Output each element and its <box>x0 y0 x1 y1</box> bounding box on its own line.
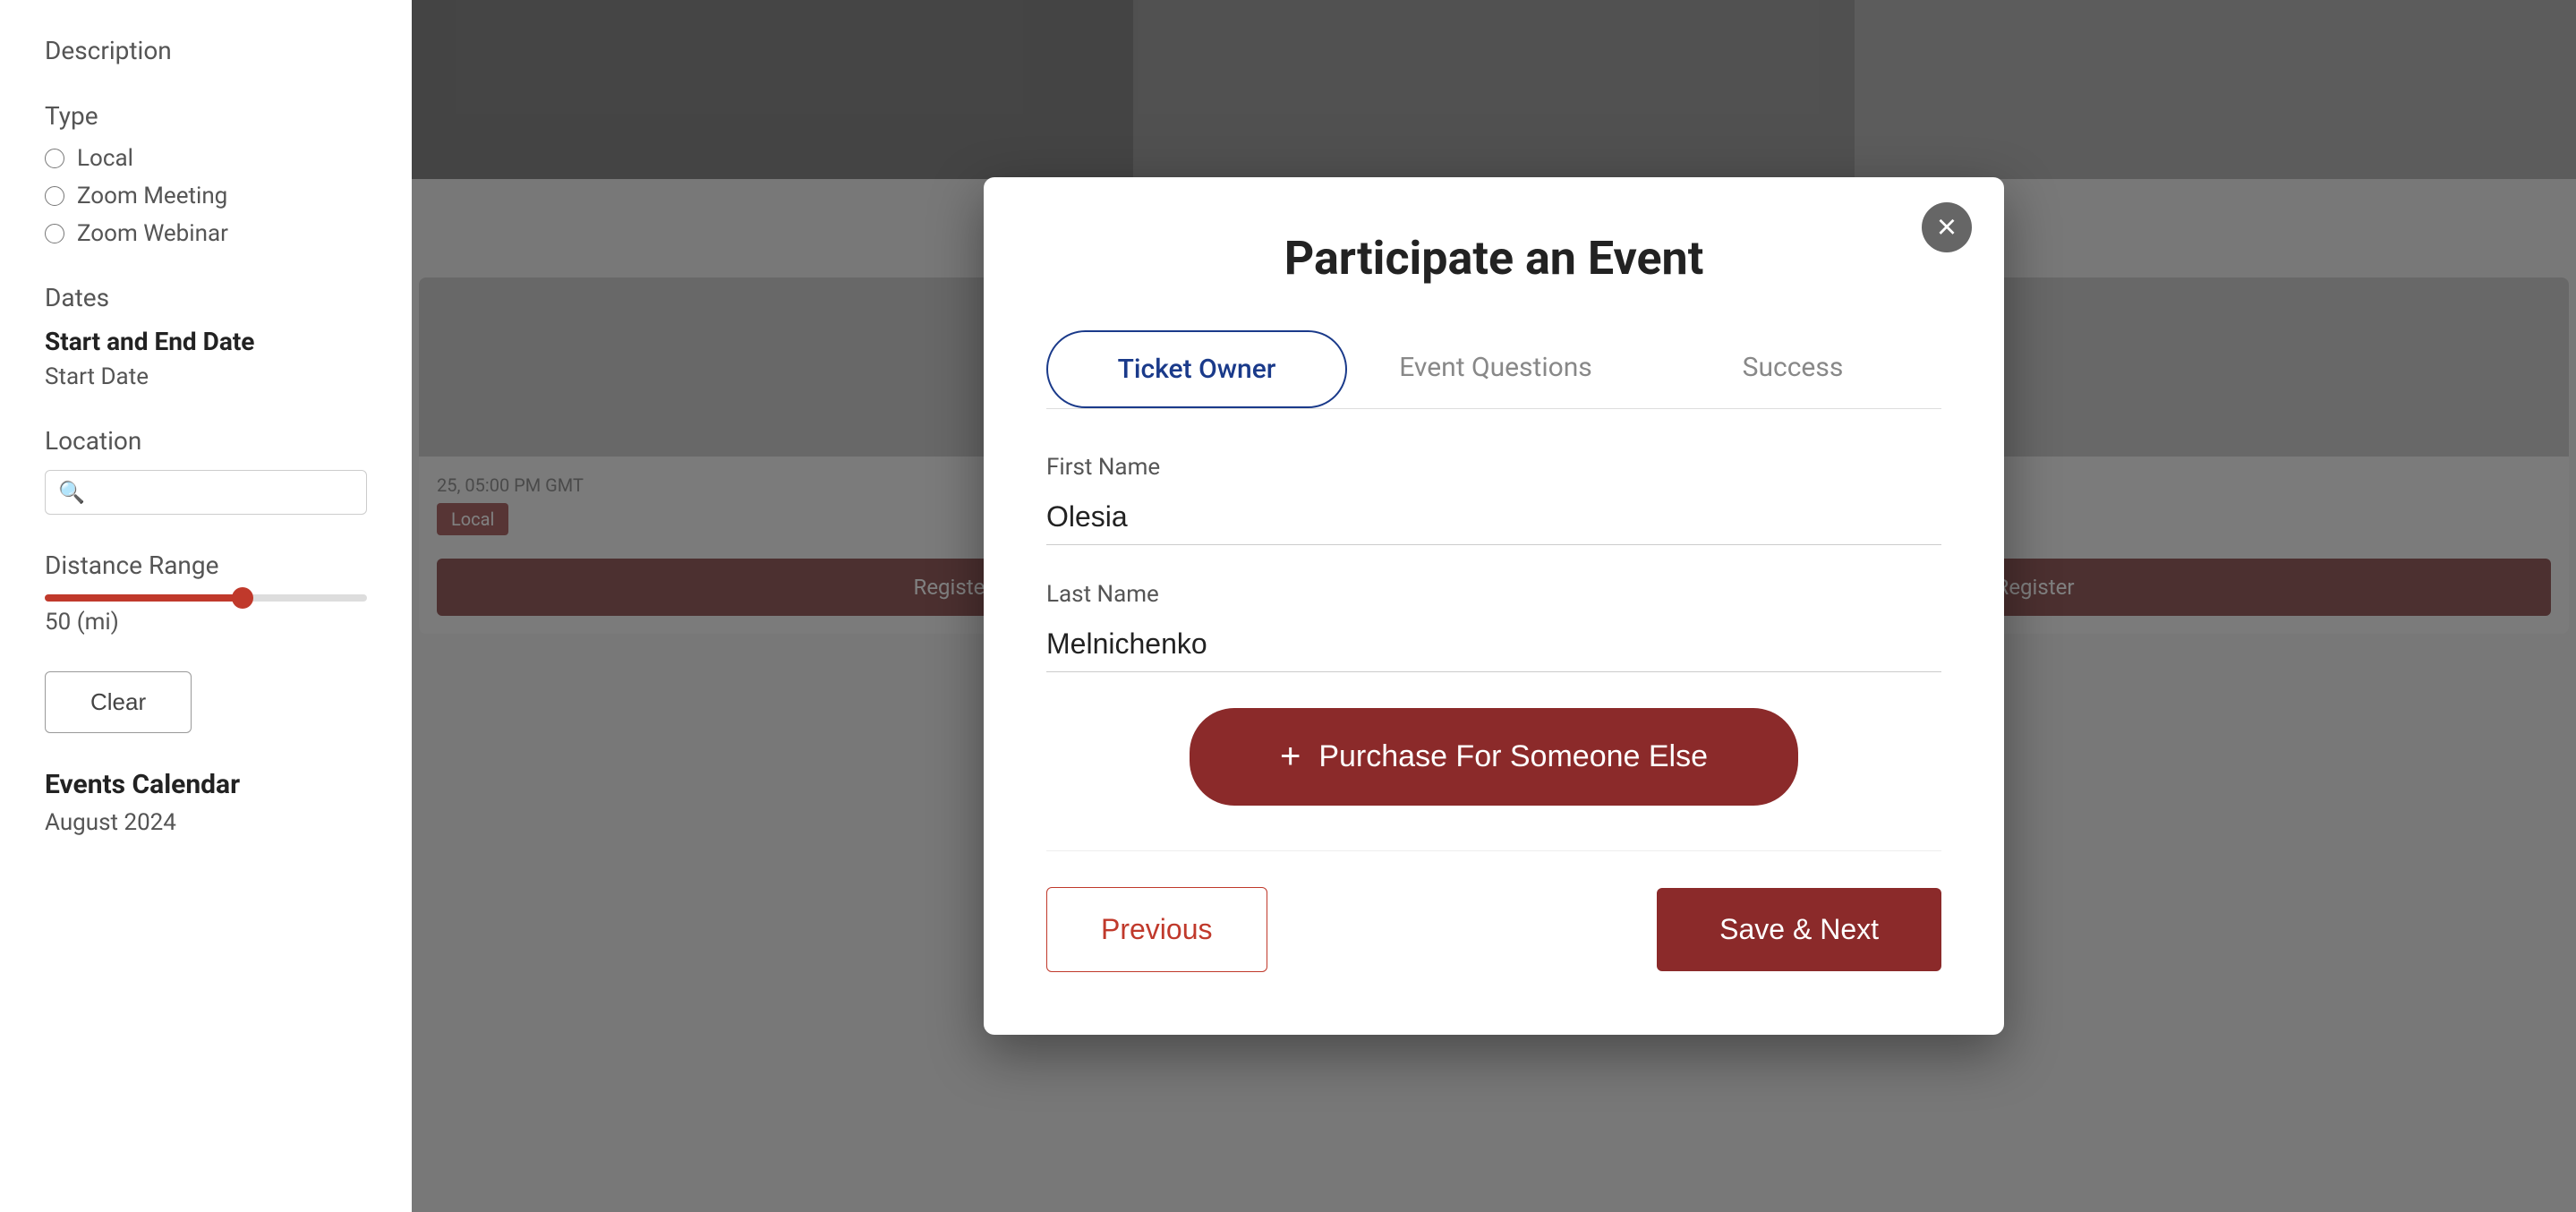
sidebar: Description Type Local Zoom Meeting Zoom… <box>0 0 412 1212</box>
step-tabs: Ticket Owner Event Questions Success <box>1046 330 1941 409</box>
modal: × Participate an Event Ticket Owner Even… <box>984 177 2004 1035</box>
type-local-label: Local <box>77 145 133 172</box>
purchase-btn-label: Purchase For Someone Else <box>1318 739 1708 774</box>
distance-value: 50 (mi) <box>45 609 367 636</box>
last-name-group: Last Name <box>1046 581 1941 672</box>
sidebar-type-section: Type Local Zoom Meeting Zoom Webinar <box>45 101 367 247</box>
save-next-button[interactable]: Save & Next <box>1657 888 1941 971</box>
modal-overlay: × Participate an Event Ticket Owner Even… <box>412 0 2576 1212</box>
modal-close-button[interactable]: × <box>1922 202 1972 252</box>
type-zoom-meeting-label: Zoom Meeting <box>77 183 227 209</box>
purchase-btn-container: + Purchase For Someone Else <box>1046 708 1941 806</box>
background-page: Description Type Local Zoom Meeting Zoom… <box>0 0 2576 1212</box>
sidebar-description-section: Description <box>45 36 367 65</box>
purchase-for-someone-else-button[interactable]: + Purchase For Someone Else <box>1190 708 1798 806</box>
events-calendar-label: Events Calendar <box>45 769 367 800</box>
type-zoom-webinar-radio[interactable] <box>45 224 64 243</box>
location-label: Location <box>45 426 367 456</box>
type-label: Type <box>45 101 367 131</box>
modal-footer: Previous Save & Next <box>1046 850 1941 972</box>
type-zoom-webinar-label: Zoom Webinar <box>77 220 228 247</box>
last-name-input[interactable] <box>1046 617 1941 672</box>
search-icon: 🔍 <box>58 480 85 505</box>
type-local-option[interactable]: Local <box>45 145 367 172</box>
tab-event-questions[interactable]: Event Questions <box>1347 330 1644 408</box>
month-label: August 2024 <box>45 809 367 836</box>
tab-ticket-owner[interactable]: Ticket Owner <box>1046 330 1347 408</box>
sidebar-dates-section: Dates Start and End Date Start Date <box>45 283 367 390</box>
modal-title: Participate an Event <box>1046 231 1941 286</box>
tab-success[interactable]: Success <box>1644 330 1941 408</box>
sidebar-location-section: Location 🔍 <box>45 426 367 515</box>
sidebar-clear-section: Clear <box>45 671 367 733</box>
type-zoom-meeting-option[interactable]: Zoom Meeting <box>45 183 367 209</box>
previous-button[interactable]: Previous <box>1046 887 1267 972</box>
first-name-group: First Name <box>1046 454 1941 545</box>
main-content: 25, 05:00 PM GMT Local Register 25, 05:0… <box>412 0 2576 1212</box>
distance-label: Distance Range <box>45 551 367 580</box>
start-end-date-label: Start and End Date <box>45 327 367 356</box>
description-label: Description <box>45 36 367 65</box>
first-name-input[interactable] <box>1046 490 1941 545</box>
type-local-radio[interactable] <box>45 149 64 168</box>
start-date-label: Start Date <box>45 363 367 390</box>
location-input-wrapper[interactable]: 🔍 <box>45 470 367 515</box>
plus-icon: + <box>1280 737 1301 777</box>
last-name-label: Last Name <box>1046 581 1941 608</box>
type-zoom-webinar-option[interactable]: Zoom Webinar <box>45 220 367 247</box>
dates-label: Dates <box>45 283 367 312</box>
type-zoom-meeting-radio[interactable] <box>45 186 64 206</box>
clear-button[interactable]: Clear <box>45 671 192 733</box>
first-name-label: First Name <box>1046 454 1941 481</box>
distance-slider-thumb[interactable] <box>232 587 253 609</box>
sidebar-distance-section: Distance Range 50 (mi) <box>45 551 367 636</box>
distance-slider-track[interactable] <box>45 594 367 602</box>
